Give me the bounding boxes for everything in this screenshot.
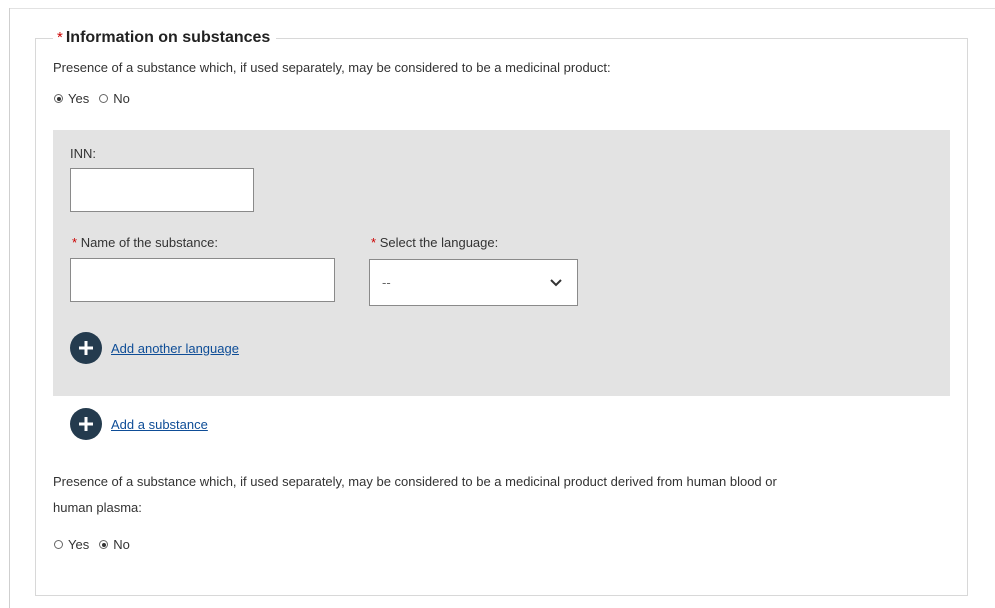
inn-input[interactable] (70, 168, 254, 212)
plus-circle-icon[interactable] (70, 408, 102, 440)
blood-yes-label[interactable]: Yes (68, 537, 89, 552)
page-left-rule (9, 8, 10, 608)
inn-label: INN: (70, 146, 96, 161)
substance-name-label: * Name of the substance: (72, 233, 218, 253)
medicinal-question-radio-group: Yes No (54, 91, 140, 106)
blood-yes-radio[interactable] (54, 540, 63, 549)
medicinal-yes-radio[interactable] (54, 94, 63, 103)
add-substance-link[interactable]: Add a substance (111, 417, 208, 432)
section-title-text: Information on substances (65, 29, 271, 46)
add-substance-row: Add a substance (70, 408, 208, 440)
language-label: * Select the language: (371, 233, 498, 253)
blood-question-radio-group: Yes No (54, 537, 140, 552)
language-label-text: Select the language: (379, 235, 499, 250)
medicinal-yes-label[interactable]: Yes (68, 91, 89, 106)
required-marker: * (371, 235, 377, 250)
blood-question-label-line2: human plasma: (53, 500, 142, 515)
medicinal-no-radio[interactable] (99, 94, 109, 103)
medicinal-question-label: Presence of a substance which, if used s… (53, 60, 611, 75)
add-language-link[interactable]: Add another language (111, 341, 239, 356)
required-marker: * (57, 29, 63, 46)
add-language-row: Add another language (70, 332, 239, 364)
language-select[interactable]: -- (369, 259, 578, 306)
section-title: * Information on substances (53, 28, 277, 48)
page-top-rule (9, 8, 995, 9)
blood-no-radio[interactable] (99, 540, 109, 549)
substance-name-label-text: Name of the substance: (80, 235, 218, 250)
language-select-value: -- (382, 275, 391, 290)
required-marker: * (72, 235, 78, 250)
blood-no-label[interactable]: No (113, 537, 130, 552)
blood-question-label-line1: Presence of a substance which, if used s… (53, 474, 777, 489)
substance-name-input[interactable] (70, 258, 335, 302)
medicinal-no-label[interactable]: No (113, 91, 130, 106)
chevron-down-icon (550, 278, 562, 286)
plus-circle-icon[interactable] (70, 332, 102, 364)
